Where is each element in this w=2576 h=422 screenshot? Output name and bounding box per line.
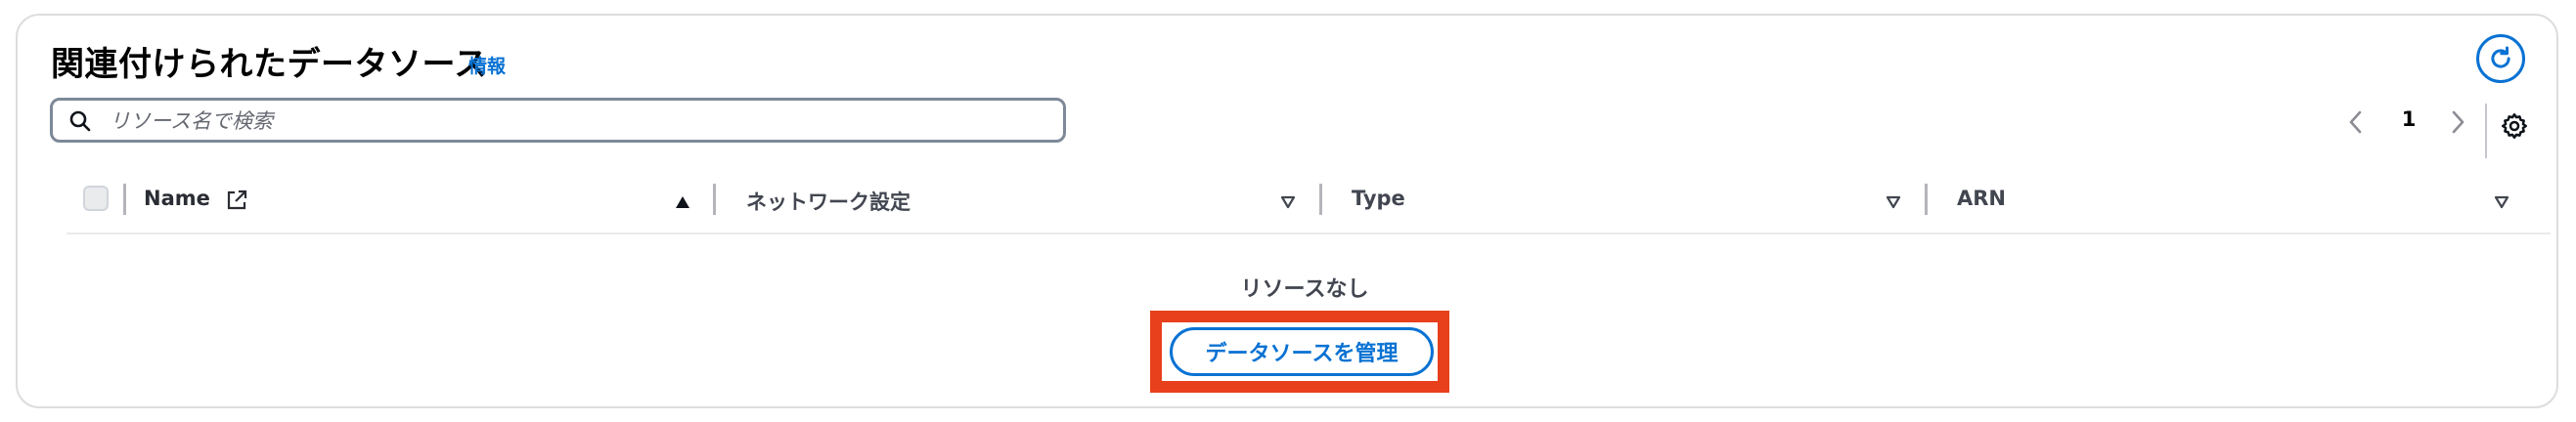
associated-data-sources-panel: 関連付けられたデータソース 情報 1 Name ネットワーク設定: [16, 14, 2558, 408]
chevron-right-icon[interactable]: [2447, 109, 2468, 135]
column-divider: [123, 184, 126, 215]
sort-icon[interactable]: [1886, 195, 1901, 209]
table-header-divider: [67, 232, 2551, 234]
external-link-icon[interactable]: [225, 189, 248, 212]
column-header-type[interactable]: Type: [1352, 187, 1405, 210]
column-divider: [1925, 184, 1928, 215]
sort-ascending-icon[interactable]: [675, 195, 690, 209]
gear-icon[interactable]: [2500, 111, 2529, 141]
pagination-divider: [2485, 104, 2487, 158]
sort-icon[interactable]: [1280, 195, 1296, 209]
page-number[interactable]: 1: [2397, 107, 2421, 131]
search-field[interactable]: [50, 98, 1066, 143]
column-divider: [1319, 184, 1322, 215]
column-header-arn[interactable]: ARN: [1957, 187, 2006, 210]
refresh-button[interactable]: [2476, 34, 2525, 83]
column-divider: [713, 184, 716, 215]
column-header-network[interactable]: ネットワーク設定: [746, 187, 910, 216]
info-link[interactable]: 情報: [468, 52, 506, 78]
refresh-icon: [2491, 46, 2510, 68]
search-icon: [69, 110, 91, 132]
select-all-checkbox[interactable]: [83, 186, 109, 211]
column-header-name[interactable]: Name: [144, 187, 210, 210]
panel-title: 関連付けられたデータソース: [51, 45, 488, 84]
empty-state-text: リソースなし: [1240, 277, 1369, 302]
search-input[interactable]: [108, 105, 1050, 138]
manage-data-sources-button[interactable]: データソースを管理: [1170, 327, 1434, 376]
chevron-left-icon[interactable]: [2345, 109, 2367, 135]
sort-icon[interactable]: [2494, 195, 2509, 209]
